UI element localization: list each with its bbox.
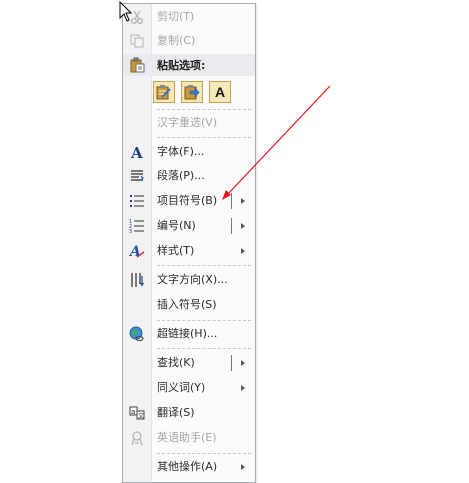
paste-merge-icon xyxy=(184,85,200,100)
paste-keep-source-formatting-button[interactable] xyxy=(153,81,175,103)
styles-icon: A xyxy=(129,244,145,259)
submenu-arrow-icon[interactable] xyxy=(241,464,245,470)
menu-item-numbering[interactable]: 1 2 3 编号(N) xyxy=(123,216,255,236)
menu-item-label: 段落(P)... xyxy=(157,169,205,182)
menu-item-english-assistant[interactable]: 英语助手(E) xyxy=(123,428,255,448)
clipboard-paste-icon xyxy=(130,57,145,73)
menu-item-copy[interactable]: 复制(C) xyxy=(123,31,255,51)
menu-item-lookup[interactable]: 查找(K) xyxy=(123,353,255,373)
menu-item-paragraph[interactable]: 段落(P)... xyxy=(123,166,255,186)
split-divider xyxy=(231,218,232,234)
paste-keep-text-only-button[interactable]: A xyxy=(209,81,231,103)
text-direction-icon xyxy=(131,273,145,287)
english-assistant-icon xyxy=(131,431,143,446)
menu-item-translate[interactable]: a 文 翻译(S) xyxy=(123,403,255,423)
menu-separator xyxy=(157,348,251,349)
menu-separator xyxy=(157,265,251,266)
menu-item-label: 文字方向(X)... xyxy=(157,273,228,286)
paste-text-only-icon: A xyxy=(214,84,226,100)
svg-text:文: 文 xyxy=(138,412,144,420)
menu-item-font[interactable]: A 字体(F)... xyxy=(123,142,255,162)
copy-icon xyxy=(130,34,144,48)
context-menu: 剪切(T) 复制(C) 粘贴选项: A 汉字重选(V) A 字体(F)... 段… xyxy=(122,3,256,483)
menu-separator xyxy=(157,137,251,138)
menu-item-more-actions[interactable]: 其他操作(A) xyxy=(123,457,255,477)
menu-item-label: 字体(F)... xyxy=(157,145,205,158)
hyperlink-globe-icon xyxy=(129,326,144,342)
submenu-arrow-icon[interactable] xyxy=(241,385,245,391)
svg-text:a: a xyxy=(131,408,135,416)
menu-item-label: 查找(K) xyxy=(157,356,195,369)
split-divider xyxy=(231,355,232,371)
menu-item-synonyms[interactable]: 同义词(Y) xyxy=(123,378,255,398)
menu-item-label: 超链接(H)... xyxy=(157,327,218,340)
svg-text:3: 3 xyxy=(129,229,132,234)
paste-options-header: 粘贴选项: xyxy=(123,54,255,76)
translate-icon: a 文 xyxy=(129,406,145,420)
submenu-arrow-icon[interactable] xyxy=(241,198,245,204)
paragraph-icon xyxy=(131,170,144,181)
menu-item-label: 汉字重选(V) xyxy=(157,116,218,129)
paste-merge-formatting-button[interactable] xyxy=(181,81,203,103)
menu-item-cut[interactable]: 剪切(T) xyxy=(123,7,255,27)
bullets-icon xyxy=(130,195,144,207)
menu-item-label: 编号(N) xyxy=(157,219,196,232)
mouse-cursor-icon xyxy=(119,1,133,22)
menu-item-bullets[interactable]: 项目符号(B) xyxy=(123,191,255,211)
menu-item-hyperlink[interactable]: 超链接(H)... xyxy=(123,324,255,344)
svg-text:A: A xyxy=(130,144,143,160)
menu-item-insert-symbol[interactable]: 插入符号(S) xyxy=(123,295,255,315)
menu-item-label: 样式(T) xyxy=(157,244,195,257)
menu-item-label: 其他操作(A) xyxy=(157,460,218,473)
svg-text:A: A xyxy=(129,244,141,259)
font-icon: A xyxy=(130,144,143,160)
submenu-arrow-icon[interactable] xyxy=(241,223,245,229)
menu-item-label: 英语助手(E) xyxy=(157,431,217,444)
menu-item-label: 复制(C) xyxy=(157,34,196,47)
split-divider xyxy=(231,193,232,209)
menu-item-reconvert[interactable]: 汉字重选(V) xyxy=(123,113,255,133)
menu-separator xyxy=(157,109,251,110)
numbering-icon: 1 2 3 xyxy=(129,219,144,234)
paste-options-label: 粘贴选项: xyxy=(157,59,206,72)
submenu-arrow-icon[interactable] xyxy=(241,248,245,254)
submenu-arrow-icon[interactable] xyxy=(241,360,245,366)
menu-item-label: 剪切(T) xyxy=(157,10,195,23)
menu-item-label: 项目符号(B) xyxy=(157,194,218,207)
menu-item-text-direction[interactable]: 文字方向(X)... xyxy=(123,270,255,290)
menu-separator xyxy=(157,320,251,321)
menu-item-styles[interactable]: A 样式(T) xyxy=(123,241,255,261)
menu-item-label: 同义词(Y) xyxy=(157,381,206,394)
menu-separator xyxy=(157,453,251,454)
menu-item-label: 翻译(S) xyxy=(157,406,195,419)
paste-keep-format-icon xyxy=(156,85,171,100)
menu-item-label: 插入符号(S) xyxy=(157,298,217,311)
